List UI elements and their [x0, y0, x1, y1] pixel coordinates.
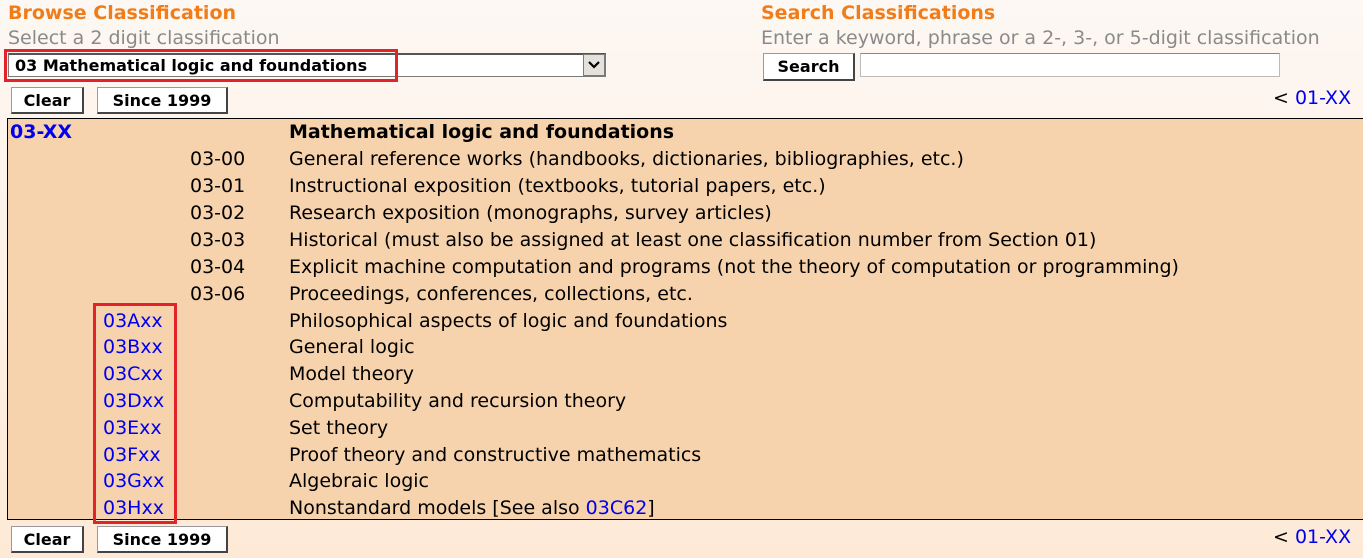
table-row: 03-03 Historical (must also be assigned …	[8, 229, 1363, 255]
table-row: 03-01 Instructional exposition (textbook…	[8, 175, 1363, 201]
since-1999-button-top[interactable]: Since 1999	[97, 87, 228, 114]
table-row: 03Gxx Algebraic logic	[8, 470, 1363, 496]
see-also-link[interactable]: 03C62	[586, 497, 648, 519]
subclass-link[interactable]: 03Hxx	[103, 497, 164, 519]
row-code: 03-02	[190, 202, 246, 224]
prev-arrow: <	[1273, 87, 1289, 109]
classification-table: 03-XX Mathematical logic and foundations…	[7, 118, 1363, 520]
browse-classification-title: Browse Classification	[8, 2, 237, 24]
row-desc: Nonstandard models [See also 03C62]	[289, 497, 655, 519]
table-row: 03Bxx General logic	[8, 336, 1363, 362]
table-row: 03-04 Explicit machine computation and p…	[8, 256, 1363, 282]
table-row: 03Fxx Proof theory and constructive math…	[8, 444, 1363, 470]
since-1999-button-bottom[interactable]: Since 1999	[97, 526, 228, 553]
table-row: 03-02 Research exposition (monographs, s…	[8, 202, 1363, 228]
row-desc: Explicit machine computation and program…	[289, 256, 1179, 278]
subclass-link[interactable]: 03Cxx	[103, 363, 163, 385]
table-row: 03Dxx Computability and recursion theory	[8, 390, 1363, 416]
table-row: 03-06 Proceedings, conferences, collecti…	[8, 283, 1363, 309]
classification-select[interactable]: 03 Mathematical logic and foundations	[8, 53, 606, 77]
table-row: 03Cxx Model theory	[8, 363, 1363, 389]
row-code: 03-01	[190, 175, 246, 197]
subclass-link[interactable]: 03Axx	[103, 310, 163, 332]
subclass-link[interactable]: 03Gxx	[103, 470, 164, 492]
top-title: Mathematical logic and foundations	[289, 121, 675, 143]
row-code: 03-00	[190, 148, 246, 170]
row-desc: Computability and recursion theory	[289, 390, 627, 412]
row-desc: Proceedings, conferences, collections, e…	[289, 283, 693, 305]
table-row: 03Hxx Nonstandard models [See also 03C62…	[8, 497, 1363, 523]
clear-button-bottom[interactable]: Clear	[11, 526, 84, 553]
prev-arrow: <	[1273, 526, 1289, 548]
row-desc: Algebraic logic	[289, 470, 429, 492]
row-code: 03-06	[190, 283, 246, 305]
clear-button-top[interactable]: Clear	[11, 87, 84, 114]
search-input[interactable]	[860, 53, 1280, 77]
search-hint: Enter a keyword, phrase or a 2-, 3-, or …	[761, 27, 1320, 49]
browse-hint: Select a 2 digit classification	[8, 27, 280, 49]
table-row: 03Axx Philosophical aspects of logic and…	[8, 310, 1363, 336]
subclass-link[interactable]: 03Fxx	[103, 444, 161, 466]
subclass-link[interactable]: 03Bxx	[103, 336, 163, 358]
row-desc-text: Nonstandard models [See also	[289, 497, 586, 519]
search-classifications-title: Search Classifications	[761, 2, 996, 24]
row-desc: Philosophical aspects of logic and found…	[289, 310, 728, 332]
row-desc: Instructional exposition (textbooks, tut…	[289, 175, 826, 197]
table-row-top: 03-XX Mathematical logic and foundations	[8, 121, 1363, 147]
row-desc: Proof theory and constructive mathematic…	[289, 444, 702, 466]
table-row: 03Exx Set theory	[8, 417, 1363, 443]
row-desc: Set theory	[289, 417, 389, 439]
row-desc: General logic	[289, 336, 415, 358]
row-desc: Model theory	[289, 363, 414, 385]
prev-nav-bottom: < 01-XX	[1273, 526, 1351, 548]
row-code: 03-03	[190, 229, 246, 251]
prev-nav-top: < 01-XX	[1273, 87, 1351, 109]
subclass-link[interactable]: 03Dxx	[103, 390, 164, 412]
top-code-link[interactable]: 03-XX	[10, 121, 72, 143]
row-desc: Research exposition (monographs, survey …	[289, 202, 772, 224]
subclass-link[interactable]: 03Exx	[103, 417, 162, 439]
table-row: 03-00 General reference works (handbooks…	[8, 148, 1363, 174]
prev-link-top[interactable]: 01-XX	[1295, 87, 1351, 109]
row-code: 03-04	[190, 256, 246, 278]
search-button[interactable]: Search	[763, 53, 855, 81]
prev-link-bottom[interactable]: 01-XX	[1295, 526, 1351, 548]
row-desc: General reference works (handbooks, dict…	[289, 148, 964, 170]
row-desc: Historical (must also be assigned at lea…	[289, 229, 1097, 251]
classification-select-value: 03 Mathematical logic and foundations	[15, 56, 368, 75]
row-desc-suffix: ]	[647, 497, 655, 519]
chevron-down-icon[interactable]	[583, 54, 605, 76]
